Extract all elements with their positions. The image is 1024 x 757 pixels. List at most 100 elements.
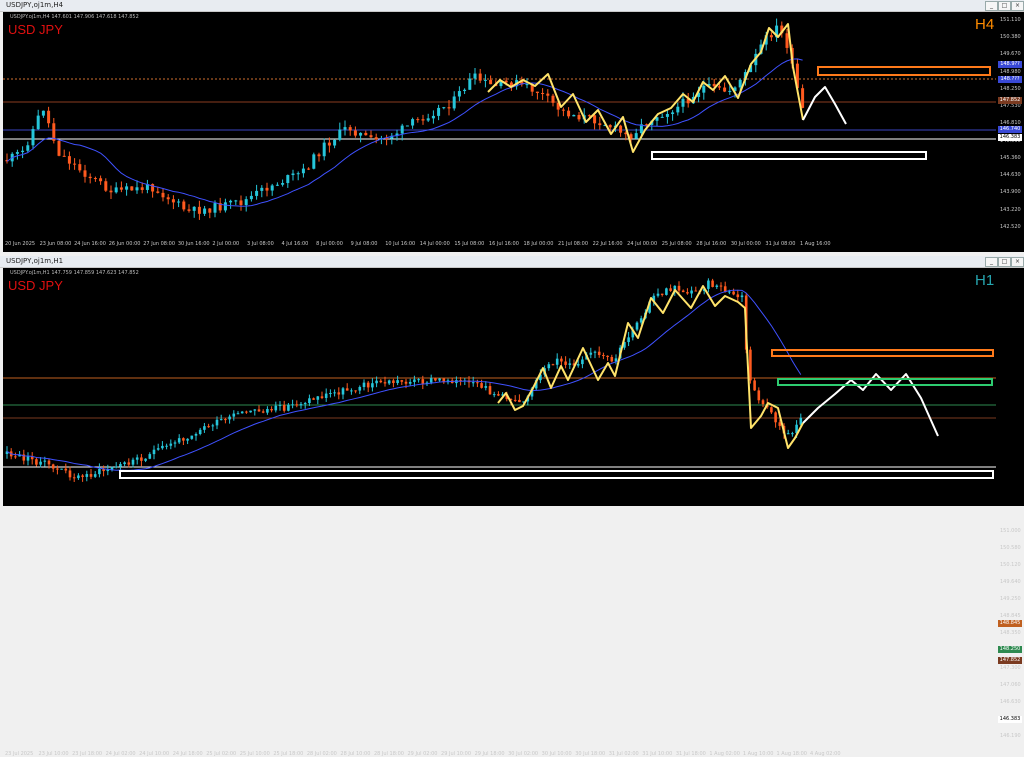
candle-body (60, 468, 63, 470)
maximize-button[interactable]: □ (998, 257, 1011, 267)
time-axis-h1[interactable] (3, 492, 1024, 506)
price-tag: 146.740 (998, 126, 1022, 133)
candle-body (299, 404, 303, 406)
candle-body (473, 73, 477, 79)
candle-body (192, 206, 196, 211)
maximize-button[interactable]: □ (998, 1, 1011, 11)
chart-window-h4: USDJPY,oj1m,H4 _ □ × 151.110 150.380 149.6… (0, 0, 1024, 253)
candle-body (329, 393, 332, 395)
candle-body (219, 419, 223, 421)
candle-body (62, 155, 66, 157)
candle-body (296, 173, 300, 175)
candle-body (405, 125, 409, 127)
price-tag: 148.9?? (998, 61, 1022, 68)
candle-body (274, 405, 278, 411)
chart-window-h1: USDJPY,oj1m,H1 _ □ × 151.000 150.580 150.1… (0, 256, 1024, 757)
candle-body (109, 190, 113, 193)
candle-body (265, 187, 269, 191)
candle-body (452, 96, 456, 109)
candle-body (518, 399, 521, 403)
projection-line (802, 86, 847, 125)
candle-body (354, 390, 357, 392)
candle-body (266, 408, 269, 413)
window-title: USDJPY,oj1m,H1 (6, 257, 64, 265)
minimize-button[interactable]: _ (985, 257, 998, 267)
candle-body (602, 355, 605, 357)
time-tick: 31 Jul 18:00 (675, 751, 706, 757)
candle-body (717, 86, 721, 88)
candle-body (665, 288, 668, 295)
candle-body (282, 404, 286, 411)
time-tick: 22 Jul 16:00 (592, 241, 623, 247)
candle-body (723, 87, 727, 92)
candle-body (476, 382, 479, 384)
candle-body (702, 85, 706, 93)
candle-body (728, 291, 731, 293)
price-tick: 150.380 (1000, 34, 1021, 41)
window-titlebar-h1[interactable]: USDJPY,oj1m,H1 _ □ × (0, 256, 1024, 268)
candle-body (677, 285, 681, 291)
time-tick: 3 Jul 08:00 (246, 241, 274, 247)
window-titlebar-h4[interactable]: USDJPY,oj1m,H4 _ □ × (0, 0, 1024, 12)
candle-body (769, 35, 773, 38)
candle-body (190, 435, 194, 439)
ohlc-readout: USDJPY.oj1m,H1 147.759 147.859 147.623 1… (10, 270, 139, 276)
candle-body (253, 409, 257, 411)
price-axis-h1[interactable] (996, 268, 1024, 492)
time-tick: 30 Jul 02:00 (508, 751, 539, 757)
candle-body (535, 91, 539, 93)
time-tick: 23 Jul 2025 (5, 751, 34, 757)
time-tick: 1 Aug 18:00 (776, 751, 807, 757)
candle-body (606, 355, 609, 357)
candle-body (671, 112, 675, 115)
candle-body (78, 164, 82, 171)
time-tick: 28 Jul 18:00 (373, 751, 404, 757)
minimize-button[interactable]: _ (985, 1, 998, 11)
close-button[interactable]: × (1011, 1, 1024, 11)
candle-body (374, 137, 378, 140)
candle-body (547, 364, 551, 369)
candle-body (177, 201, 181, 203)
candle-body (295, 404, 299, 406)
candle-body (324, 393, 328, 398)
candle-body (492, 394, 496, 396)
price-plot-h4[interactable] (3, 12, 996, 240)
candle-body (413, 379, 416, 382)
candle-body (400, 380, 404, 382)
candle-body (41, 110, 45, 116)
time-tick: 23 Jul 18:00 (72, 751, 103, 757)
candle-body (417, 379, 420, 381)
candle-body (104, 181, 108, 191)
candle-body (392, 380, 395, 384)
candle-body (130, 186, 134, 191)
candle-body (404, 381, 408, 384)
candle-body (660, 293, 664, 295)
time-tick: 24 Jul 18:00 (172, 751, 203, 757)
candle-body (207, 426, 210, 428)
candle-body (660, 116, 664, 118)
candle-body (249, 410, 252, 413)
time-tick: 29 Jul 10:00 (441, 751, 472, 757)
candle-body (379, 380, 383, 383)
price-plot-h1[interactable] (3, 268, 996, 492)
candle-body (72, 477, 76, 479)
candle-body (348, 127, 352, 131)
candle-body (343, 127, 347, 130)
candle-body (203, 208, 207, 214)
candle-body (312, 154, 316, 169)
candle-body (224, 419, 227, 421)
candle-body (127, 462, 131, 465)
candle-body (564, 361, 567, 365)
candle-body (182, 438, 185, 441)
candle-body (177, 438, 181, 443)
candle-body (77, 475, 80, 479)
candle-body (513, 399, 517, 401)
candle-body (35, 459, 38, 465)
close-button[interactable]: × (1011, 257, 1024, 267)
candle-body (786, 433, 790, 435)
candle-body (287, 404, 290, 411)
candle-body (359, 132, 363, 136)
candle-body (26, 145, 30, 151)
candle-body (719, 285, 723, 287)
time-tick: 30 Jul 18:00 (575, 751, 606, 757)
